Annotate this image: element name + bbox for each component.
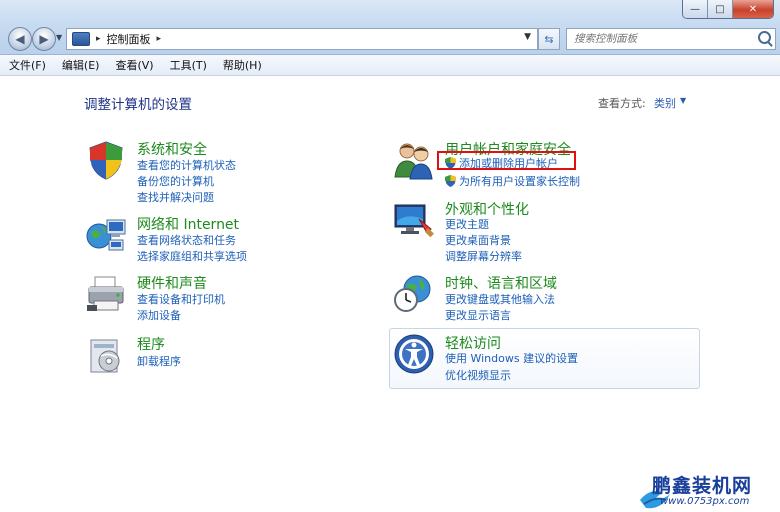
link-troubleshoot[interactable]: 查找并解决问题 [137, 189, 214, 205]
link-view-computer-status[interactable]: 查看您的计算机状态 [137, 157, 236, 173]
recent-pages-dropdown[interactable]: ▼ [56, 33, 62, 42]
link-screen-resolution[interactable]: 调整屏幕分辨率 [445, 248, 522, 264]
watermark-brand: 鹏鑫装机网 [652, 475, 753, 497]
control-panel-icon [72, 32, 90, 46]
address-bar[interactable]: ▸ 控制面板 ▸ ▼ [66, 28, 538, 50]
page-title: 调整计算机的设置 [84, 97, 192, 113]
clock-globe-icon [394, 275, 431, 312]
minimize-button[interactable]: — [683, 0, 708, 18]
link-desktop-background[interactable]: 更改桌面背景 [445, 232, 511, 248]
arrow-left-icon: ◀ [15, 32, 25, 46]
back-button[interactable]: ◀ [8, 27, 32, 51]
chevron-down-icon[interactable]: ▼ [680, 96, 686, 105]
breadcrumb-separator[interactable]: ▸ [157, 34, 162, 44]
breadcrumb-control-panel[interactable]: 控制面板 [107, 31, 151, 47]
refresh-icon: ⇆ [544, 32, 554, 46]
chevron-down-icon[interactable]: ▼ [524, 32, 531, 42]
link-recommended-settings[interactable]: 使用 Windows 建议的设置 [445, 350, 578, 366]
menu-edit[interactable]: 编辑(E) [55, 57, 107, 73]
network-globe-icon [86, 219, 126, 251]
uac-shield-icon [445, 175, 456, 187]
programs-icon [90, 339, 120, 373]
link-uninstall-program[interactable]: 卸载程序 [137, 353, 181, 369]
link-add-device[interactable]: 添加设备 [137, 307, 181, 323]
search-input[interactable] [572, 32, 756, 46]
menu-file[interactable]: 文件(F) [2, 57, 53, 73]
category-title-programs[interactable]: 程序 [137, 334, 165, 354]
link-parental-controls[interactable]: 为所有用户设置家长控制 [445, 173, 580, 189]
link-backup-computer[interactable]: 备份您的计算机 [137, 173, 214, 189]
category-title-hardware-sound[interactable]: 硬件和声音 [137, 273, 207, 293]
users-icon [394, 143, 433, 180]
refresh-button[interactable]: ⇆ [538, 28, 560, 50]
category-title-clock-language-region[interactable]: 时钟、语言和区域 [445, 273, 557, 293]
category-title-network-internet[interactable]: 网络和 Internet [137, 214, 239, 234]
appearance-monitor-icon [394, 204, 434, 238]
menu-view[interactable]: 查看(V) [108, 57, 160, 73]
highlight-annotation [437, 151, 576, 170]
ease-of-access-icon [394, 334, 434, 374]
search-icon[interactable] [758, 31, 771, 44]
link-network-status[interactable]: 查看网络状态和任务 [137, 232, 236, 248]
watermark-url: www.0753px.com [660, 496, 750, 507]
title-bar: — □ ✕ ◀ ▶ ▼ ▸ 控制面板 ▸ ▼ ⇆ [0, 0, 780, 55]
maximize-button[interactable]: □ [708, 0, 733, 18]
forward-button[interactable]: ▶ [32, 27, 56, 51]
link-devices-printers[interactable]: 查看设备和打印机 [137, 291, 225, 307]
link-optimize-visual-display[interactable]: 优化视频显示 [445, 367, 511, 383]
link-change-theme[interactable]: 更改主题 [445, 216, 489, 232]
link-change-display-language[interactable]: 更改显示语言 [445, 307, 511, 323]
link-homegroup-sharing[interactable]: 选择家庭组和共享选项 [137, 248, 247, 264]
category-title-system-security[interactable]: 系统和安全 [137, 139, 207, 159]
control-panel-window: — □ ✕ ◀ ▶ ▼ ▸ 控制面板 ▸ ▼ ⇆ 文件(F) 编辑(E) 查看(… [0, 0, 780, 512]
menu-help[interactable]: 帮助(H) [216, 57, 269, 73]
printer-icon [87, 276, 124, 311]
security-shield-icon [89, 141, 123, 180]
search-box[interactable] [566, 28, 776, 50]
window-controls: — □ ✕ [682, 0, 774, 19]
link-change-input-method[interactable]: 更改键盘或其他输入法 [445, 291, 555, 307]
close-button[interactable]: ✕ [733, 0, 773, 18]
view-by-dropdown[interactable]: 类别 [654, 95, 676, 111]
breadcrumb-separator[interactable]: ▸ [96, 34, 101, 44]
menu-bar: 文件(F) 编辑(E) 查看(V) 工具(T) 帮助(H) [0, 55, 780, 76]
link-parental-controls-label[interactable]: 为所有用户设置家长控制 [459, 173, 580, 189]
arrow-right-icon: ▶ [39, 32, 49, 46]
view-by-label: 查看方式: [598, 97, 646, 110]
menu-tools[interactable]: 工具(T) [163, 57, 214, 73]
